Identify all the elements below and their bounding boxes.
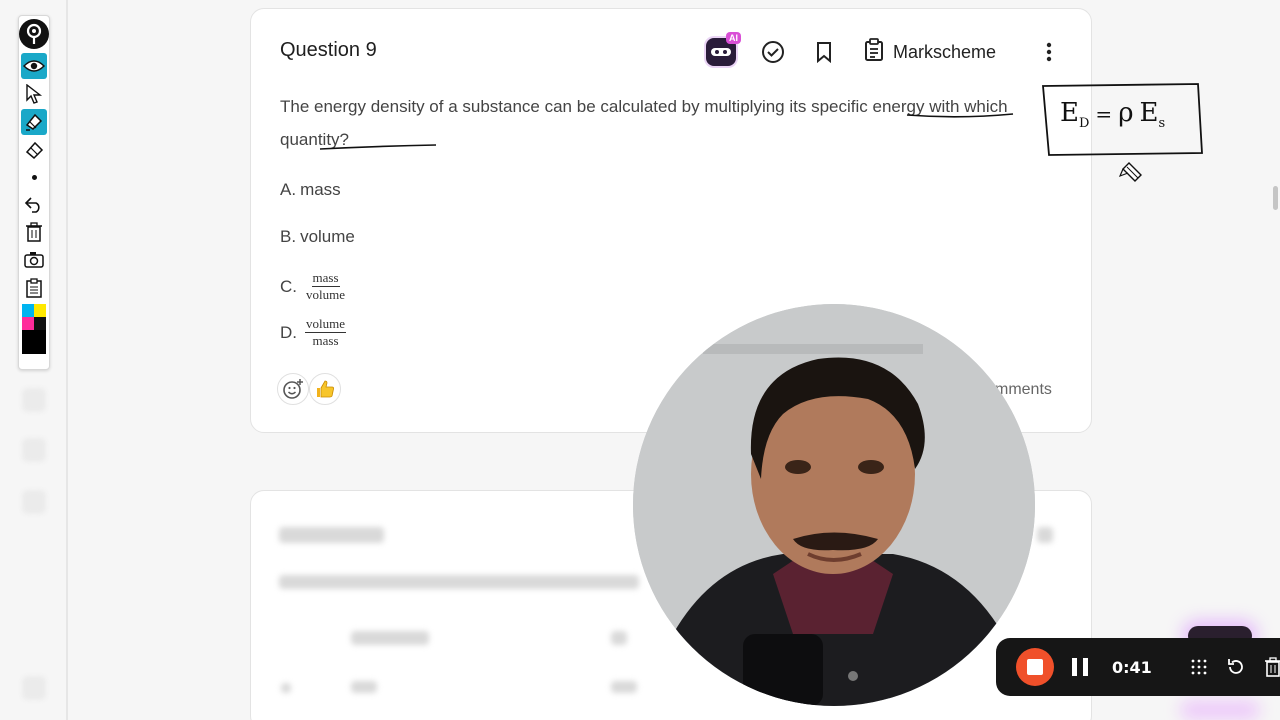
- blurred-cell: [281, 683, 291, 693]
- brush-size-dot[interactable]: [21, 164, 47, 190]
- formula-lhs-sub: D: [1078, 116, 1090, 132]
- option-letter: A.: [280, 180, 297, 199]
- check-circle-icon[interactable]: [759, 38, 787, 66]
- option-d[interactable]: D. volume mass: [280, 317, 346, 348]
- cursor-icon[interactable]: [21, 81, 47, 107]
- blurred-header: [351, 631, 429, 645]
- faded-tool: [22, 438, 46, 462]
- camera-icon[interactable]: [21, 247, 47, 273]
- option-fraction: mass volume: [305, 271, 346, 302]
- option-letter: B.: [280, 227, 297, 246]
- thumbs-up-icon[interactable]: [309, 373, 341, 405]
- eye-icon[interactable]: [21, 53, 47, 79]
- formula-rhs-sub: s: [1158, 116, 1166, 132]
- smiley-add-icon[interactable]: [277, 373, 309, 405]
- option-a[interactable]: A. mass: [280, 180, 341, 200]
- scrollbar[interactable]: [1273, 186, 1278, 210]
- webcam-presenter-feed[interactable]: [633, 304, 1035, 706]
- recorder-glow: [1180, 700, 1260, 720]
- formula-rho: ρ: [1118, 98, 1134, 128]
- markscheme-label: Markscheme: [893, 41, 997, 62]
- option-text: mass: [300, 180, 341, 199]
- ai-badge: AI: [726, 32, 741, 44]
- faded-tool: [22, 388, 46, 412]
- option-c[interactable]: C. mass volume: [280, 271, 346, 302]
- blurred-header: [611, 631, 627, 645]
- markscheme-button[interactable]: Markscheme: [863, 37, 997, 67]
- stop-icon: [1027, 659, 1043, 675]
- sidebar-divider: [66, 0, 68, 720]
- blurred-icon: [1037, 527, 1053, 543]
- fraction-numerator: volume: [305, 316, 346, 333]
- trash-icon[interactable]: [21, 219, 47, 245]
- blurred-cell: [611, 681, 637, 693]
- undo-icon[interactable]: [21, 191, 47, 217]
- recording-controls: 0:41: [996, 638, 1280, 696]
- faded-tool: [22, 676, 46, 700]
- app-logo[interactable]: [18, 16, 50, 52]
- option-b[interactable]: B. volume: [280, 227, 355, 247]
- formula-annotation: ED = ρ Es: [1060, 98, 1165, 131]
- pencil-cursor-icon: [1118, 160, 1144, 191]
- faded-tool: [22, 490, 46, 514]
- option-fraction: volume mass: [305, 317, 346, 348]
- highlighter-icon[interactable]: [21, 109, 47, 135]
- clipboard-icon[interactable]: [21, 275, 47, 301]
- drawing-toolbar: [18, 15, 50, 370]
- blurred-text: [279, 575, 639, 589]
- recording-timer: 0:41: [1112, 657, 1152, 677]
- trash-icon[interactable]: [1262, 656, 1280, 678]
- formula-lhs: E: [1060, 98, 1079, 128]
- fraction-denominator: mass: [312, 333, 339, 348]
- option-letter: C.: [280, 276, 297, 296]
- pause-icon[interactable]: [1072, 658, 1088, 676]
- formula-rhs: E: [1139, 98, 1159, 128]
- option-letter: D.: [280, 322, 297, 342]
- bookmark-icon[interactable]: [811, 38, 837, 66]
- question-title: Question 9: [280, 39, 377, 61]
- fraction-numerator: mass: [311, 270, 340, 287]
- formula-equals: =: [1095, 102, 1113, 126]
- clipboard-icon: [863, 37, 885, 67]
- ai-assistant-button[interactable]: AI: [703, 32, 741, 69]
- option-text: volume: [300, 227, 355, 246]
- fraction-denominator: volume: [306, 287, 345, 302]
- color-palette[interactable]: [20, 304, 48, 354]
- restart-icon[interactable]: [1225, 656, 1247, 678]
- stop-recording-button[interactable]: [1016, 648, 1054, 686]
- question-text: The energy density of a substance can be…: [280, 97, 1008, 149]
- grid-icon[interactable]: [1188, 656, 1210, 678]
- blurred-cell: [351, 681, 377, 693]
- eraser-icon[interactable]: [21, 137, 47, 163]
- more-vertical-icon[interactable]: [1037, 38, 1061, 66]
- blurred-title: [279, 527, 384, 543]
